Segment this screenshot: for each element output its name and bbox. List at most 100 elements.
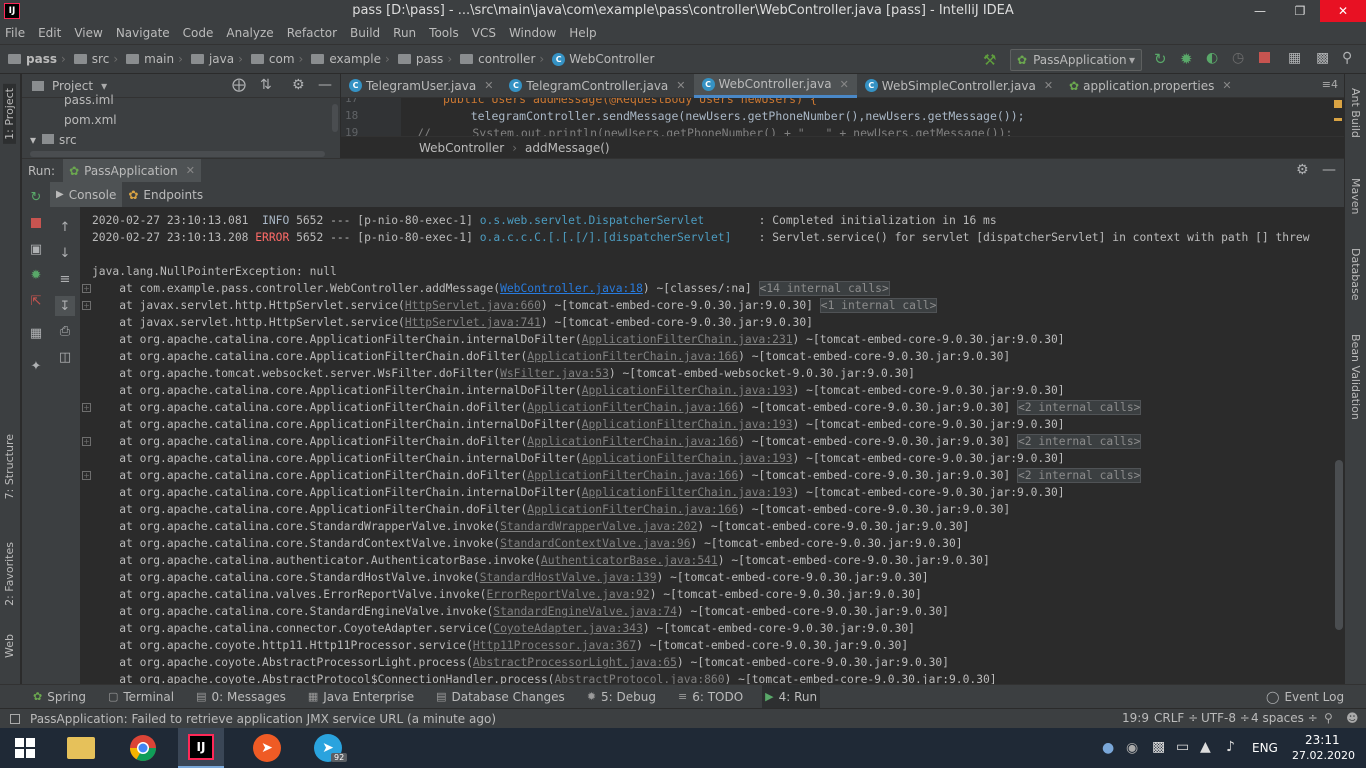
frame-source-link[interactable]: ApplicationFilterChain.java:166: [527, 435, 738, 448]
warning-stripe[interactable]: [1334, 118, 1342, 121]
expand-icon[interactable]: +: [82, 471, 91, 480]
close-icon[interactable]: ✕: [1222, 79, 1231, 92]
vertical-scrollbar[interactable]: [332, 104, 338, 132]
search-icon[interactable]: ⚲: [1342, 50, 1352, 66]
breadcrumb-class[interactable]: WebController: [419, 141, 504, 155]
crumb-java[interactable]: java ›: [190, 52, 247, 66]
crumb-pass-pkg[interactable]: pass ›: [397, 52, 456, 66]
frame-source-link[interactable]: HttpServlet.java:660: [405, 299, 541, 312]
tab-messages[interactable]: ▤ 0: Messages: [193, 685, 289, 709]
tab-project[interactable]: 1: Project: [3, 84, 16, 144]
scroll-to-end-icon[interactable]: ↧: [55, 296, 75, 316]
tab-java-enterprise[interactable]: ▦ Java Enterprise: [305, 685, 417, 709]
folded-calls[interactable]: <2 internal calls>: [1017, 434, 1142, 449]
menu-analyze[interactable]: Analyze: [226, 26, 273, 40]
horizontal-scrollbar[interactable]: [30, 151, 325, 157]
frame-source-link[interactable]: StandardEngineValve.java:74: [493, 605, 677, 618]
frame-source-link[interactable]: WsFilter.java:53: [500, 367, 609, 380]
postman-button[interactable]: ➤: [244, 728, 290, 768]
tab-webcontroller[interactable]: C WebController.java ✕: [693, 73, 857, 98]
debug-bug-icon[interactable]: ✹: [28, 267, 44, 283]
frame-source-link[interactable]: StandardContextValve.java:96: [500, 537, 690, 550]
close-icon[interactable]: ✕: [484, 79, 493, 92]
crumb-main[interactable]: main ›: [126, 52, 187, 66]
clock-date[interactable]: 27.02.2020: [1292, 749, 1355, 762]
soft-wrap-icon[interactable]: ≡: [57, 271, 73, 287]
intellij-button[interactable]: IJ: [178, 728, 224, 768]
project-panel-title[interactable]: Project: [52, 79, 93, 93]
tab-endpoints[interactable]: ✿ Endpoints: [122, 182, 209, 207]
menu-help[interactable]: Help: [569, 26, 596, 40]
hide-icon[interactable]: —: [318, 77, 332, 93]
telegram-button[interactable]: ➤ 92: [305, 728, 351, 768]
tray-network-icon[interactable]: ●: [1102, 740, 1114, 756]
close-icon[interactable]: ✕: [840, 78, 849, 91]
hide-icon[interactable]: —: [1322, 162, 1336, 178]
frame-source-link[interactable]: ApplicationFilterChain.java:166: [527, 503, 738, 516]
folded-calls[interactable]: <2 internal calls>: [1017, 468, 1142, 483]
frame-source-link[interactable]: ErrorReportValve.java:92: [486, 588, 649, 601]
menu-build[interactable]: Build: [350, 26, 380, 40]
build-hammer-icon[interactable]: ⚒: [983, 51, 996, 69]
menu-file[interactable]: File: [5, 26, 25, 40]
tab-telegramcontroller[interactable]: C TelegramController.java ✕: [501, 74, 693, 98]
code-editor[interactable]: 17 18 19 public Users addMessage(@Reques…: [341, 98, 1344, 136]
folded-calls[interactable]: <1 internal call>: [819, 298, 938, 313]
stop-icon[interactable]: [31, 218, 41, 228]
crumb-src[interactable]: src ›: [73, 52, 122, 66]
stop-icon[interactable]: [1259, 52, 1270, 63]
arrow-down-icon[interactable]: ↓: [57, 245, 73, 261]
profile-icon[interactable]: ◷: [1232, 50, 1244, 66]
crumb-webcontroller[interactable]: C WebController: [552, 52, 654, 66]
expand-icon[interactable]: +: [82, 403, 91, 412]
locate-icon[interactable]: ⨁: [232, 77, 246, 93]
expand-icon[interactable]: +: [82, 437, 91, 446]
hector-icon[interactable]: ☻: [1346, 711, 1359, 725]
frame-source-link[interactable]: ApplicationFilterChain.java:193: [582, 452, 793, 465]
trash-icon[interactable]: ◫: [57, 349, 73, 365]
tray-app-icon[interactable]: ◉: [1126, 740, 1138, 756]
frame-source-link[interactable]: ApplicationFilterChain.java:193: [582, 486, 793, 499]
tab-favorites[interactable]: 2: Favorites: [3, 542, 16, 606]
tab-spring[interactable]: ✿ Spring: [30, 685, 89, 709]
close-icon[interactable]: ✕: [1044, 79, 1053, 92]
project-structure-icon[interactable]: ▦: [1288, 50, 1301, 66]
run-config-dropdown[interactable]: ✿ PassApplication ▾: [1010, 49, 1142, 71]
tree-item-pass-iml[interactable]: pass.iml: [64, 93, 114, 107]
rerun-icon[interactable]: ↻: [28, 189, 44, 205]
menu-code[interactable]: Code: [183, 26, 214, 40]
layout-icon[interactable]: ▦: [28, 325, 44, 341]
tab-maven[interactable]: Maven: [1349, 178, 1362, 214]
camera-icon[interactable]: ▣: [28, 241, 44, 257]
frame-source-link[interactable]: CoyoteAdapter.java:343: [493, 622, 643, 635]
volume-icon[interactable]: ♪: [1226, 739, 1235, 755]
console-scrollbar[interactable]: [1335, 460, 1343, 630]
tab-todo[interactable]: ≡ 6: TODO: [675, 685, 746, 709]
tree-item-src[interactable]: ▾ src: [30, 133, 77, 147]
frame-source-link[interactable]: StandardWrapperValve.java:202: [500, 520, 697, 533]
wifi-icon[interactable]: ▲: [1200, 739, 1211, 755]
print-icon[interactable]: ⎙: [57, 323, 73, 339]
gear-icon[interactable]: ⚙: [292, 77, 305, 93]
frame-source-link[interactable]: ApplicationFilterChain.java:166: [527, 469, 738, 482]
tab-terminal[interactable]: ▢ Terminal: [105, 685, 177, 709]
crumb-pass[interactable]: pass ›: [8, 52, 70, 66]
tab-run[interactable]: ▶ 4: Run: [762, 684, 821, 709]
crumb-example[interactable]: example ›: [311, 52, 393, 66]
frame-source-link[interactable]: ApplicationFilterChain.java:231: [582, 333, 793, 346]
close-icon[interactable]: ✕: [676, 79, 685, 92]
rerun-icon[interactable]: ↻: [1154, 50, 1167, 68]
frame-source-link[interactable]: ApplicationFilterChain.java:193: [582, 418, 793, 431]
menu-navigate[interactable]: Navigate: [116, 26, 170, 40]
frame-source-link[interactable]: Http11Processor.java:367: [473, 639, 636, 652]
minimize-button[interactable]: —: [1240, 0, 1280, 22]
tab-console[interactable]: ▶ Console: [50, 182, 123, 207]
tray-battery-icon[interactable]: ▭: [1176, 739, 1189, 755]
pin-icon[interactable]: ✦: [28, 358, 44, 374]
menu-view[interactable]: View: [74, 26, 102, 40]
tab-structure[interactable]: 7: Structure: [3, 434, 16, 499]
status-message[interactable]: PassApplication: Failed to retrieve appl…: [30, 712, 496, 726]
coverage-icon[interactable]: ◐: [1206, 50, 1218, 66]
line-separator[interactable]: CRLF ÷: [1154, 711, 1198, 725]
tree-item-pom-xml[interactable]: pom.xml: [64, 113, 117, 127]
